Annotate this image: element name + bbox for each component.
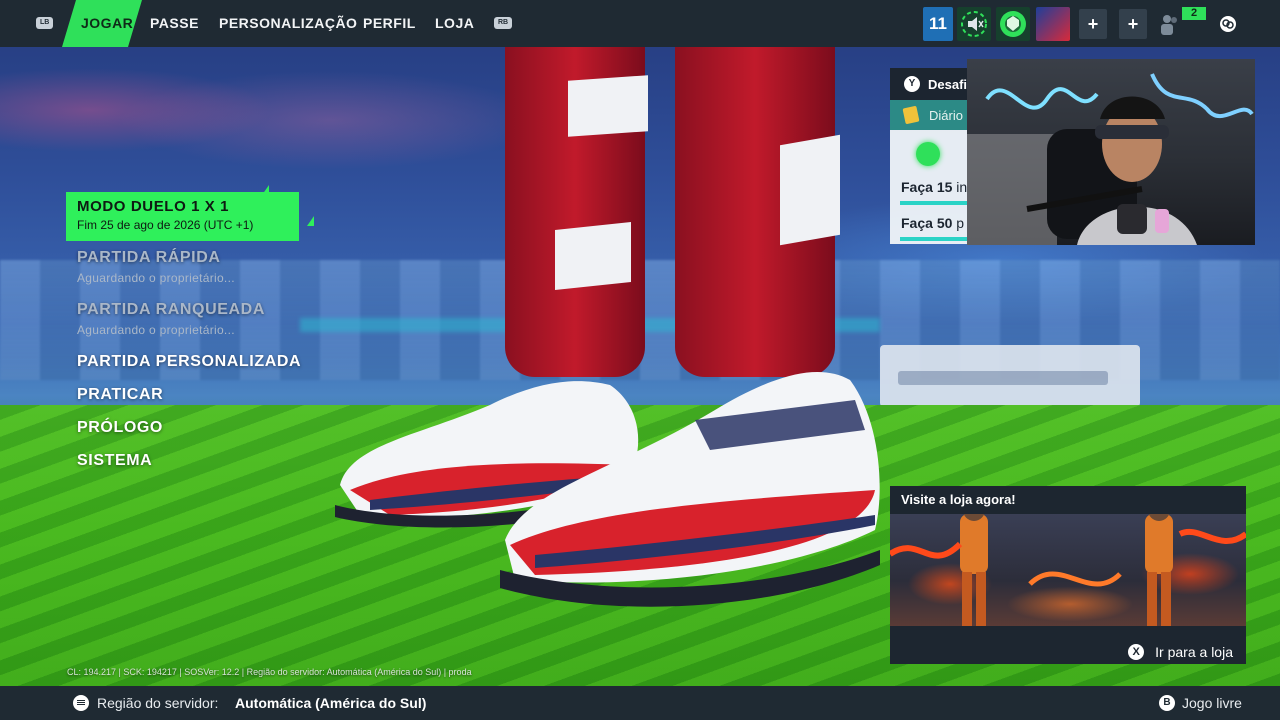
daily-label: Diário	[929, 107, 963, 123]
webcam-image	[967, 73, 1254, 245]
free-play-button[interactable]: Jogo livre	[1182, 695, 1242, 711]
bottom-status-bar: Região do servidor: Automática (América …	[0, 686, 1280, 720]
challenge-2-prefix: Faça	[901, 215, 937, 231]
lb-bumper-icon[interactable]: LB	[36, 17, 54, 29]
game-mode-duel-card[interactable]: MODO DUELO 1 X 1 Fim 25 de ago de 2026 (…	[66, 192, 299, 241]
challenge-2-suffix: p	[952, 215, 965, 231]
social-icon[interactable]	[1220, 16, 1236, 32]
y-button-icon: Y	[904, 76, 920, 92]
menu-prologue[interactable]: PRÓLOGO	[77, 419, 163, 437]
tab-passe[interactable]: PASSE	[150, 15, 199, 31]
menu-system[interactable]: SISTEMA	[77, 452, 152, 470]
shop-promo-title: Visite a loja agora!	[901, 492, 1016, 507]
challenge-row-1: Faça 15 in	[901, 179, 967, 195]
rb-bumper-icon[interactable]: RB	[494, 17, 513, 29]
add-friend-button-2[interactable]: +	[1119, 9, 1147, 39]
build-version-info: CL: 194.217 | SCK: 194217 | SOSVer: 12.2…	[67, 667, 472, 677]
challenge-1-suffix: in	[952, 179, 968, 195]
challenge-row-2: Faça 50 p	[901, 215, 964, 231]
sock-stripe-right	[780, 134, 840, 246]
challenge-1-prefix: Faça	[901, 179, 937, 195]
menu-custom-match[interactable]: PARTIDA PERSONALIZADA	[77, 353, 301, 371]
go-to-shop-button[interactable]: X Ir para a loja	[1128, 644, 1233, 660]
ticket-icon	[902, 105, 920, 125]
advertising-board	[880, 345, 1140, 407]
shop-promo-image	[890, 514, 1246, 626]
quick-match-status: Aguardando o proprietário...	[77, 271, 235, 285]
sock-stripe-left-2	[555, 222, 631, 290]
tab-perfil[interactable]: PERFIL	[363, 15, 416, 31]
club-emblem-icon[interactable]	[996, 7, 1030, 41]
player-avatar[interactable]	[1036, 7, 1070, 41]
menu-quick-match[interactable]: PARTIDA RÁPIDA	[77, 249, 221, 267]
server-region-value[interactable]: Automática (América do Sul)	[235, 695, 426, 711]
right-shoe	[500, 371, 880, 607]
streamer-webcam	[967, 59, 1255, 245]
card-corner-decoration-2	[307, 216, 314, 226]
x-button-icon: X	[1128, 644, 1145, 660]
server-region-label: Região do servidor:	[97, 695, 219, 711]
party-count-badge: 2	[1182, 7, 1206, 20]
challenge-1-count: 15	[936, 179, 953, 195]
tab-personalizacao[interactable]: PERSONALIZAÇÃO	[219, 15, 357, 31]
game-mode-end-date: Fim 25 de ago de 2026 (UTC +1)	[77, 218, 254, 232]
mute-icon[interactable]	[957, 7, 991, 41]
menu-ranked-match[interactable]: PARTIDA RANQUEADA	[77, 301, 265, 319]
tab-loja[interactable]: LOJA	[435, 15, 474, 31]
add-friend-button-1[interactable]: +	[1079, 9, 1107, 39]
menu-button-icon[interactable]	[73, 695, 89, 711]
challenge-2-count: 50	[936, 215, 953, 231]
menu-practice[interactable]: PRATICAR	[77, 386, 163, 404]
ranked-match-status: Aguardando o proprietário...	[77, 323, 235, 337]
party-members-icon[interactable]	[1158, 12, 1182, 36]
challenge-progress-icon	[916, 142, 940, 166]
top-navigation-bar: LB JOGAR PASSE PERSONALIZAÇÃO PERFIL LOJ…	[0, 0, 1280, 47]
go-to-shop-label: Ir para a loja	[1155, 644, 1233, 660]
challenges-title: Desafi	[928, 76, 968, 92]
b-button-icon: B	[1159, 695, 1175, 711]
shop-promo-card[interactable]: Visite a loja agora! X Ir para a loja	[890, 486, 1246, 664]
sock-stripe-left	[568, 75, 648, 137]
player-level-badge[interactable]: 11	[923, 7, 953, 41]
tab-jogar[interactable]: JOGAR	[81, 15, 133, 31]
game-mode-title: MODO DUELO 1 X 1	[77, 198, 230, 215]
